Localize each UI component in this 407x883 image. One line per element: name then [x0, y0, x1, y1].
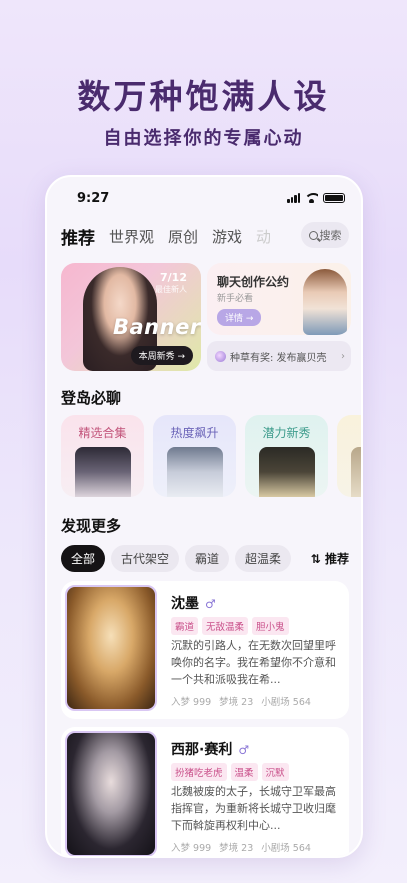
character-name: 沈墨	[171, 596, 199, 612]
featured-item-label: 潜力新秀	[262, 426, 311, 440]
shell-icon	[215, 350, 226, 362]
sort-button[interactable]: ⇅ 推荐	[311, 550, 349, 567]
promo-character-image	[303, 269, 347, 335]
stat-dreamscape: 梦境 23	[219, 697, 254, 708]
search-label: 搜索	[319, 229, 342, 242]
character-tag: 无敌温柔	[202, 617, 249, 635]
character-tags: 霸道 无敌温柔 胆小鬼	[171, 617, 289, 635]
character-tag: 温柔	[230, 763, 258, 781]
featured-item[interactable]: 轻	[337, 415, 361, 497]
chevron-right-icon: ›	[341, 350, 345, 362]
tab-game[interactable]: 游戏	[212, 226, 242, 247]
featured-item-label: 精选合集	[78, 426, 127, 440]
tab-anime[interactable]: 动	[256, 226, 270, 247]
stat-theater: 小剧场 564	[261, 843, 311, 854]
signal-icon	[287, 193, 300, 203]
notice-bar[interactable]: 种草有奖: 发布赢贝壳 ›	[207, 341, 351, 371]
promo-details-button[interactable]: 详情 →	[217, 309, 262, 326]
character-description: 北魏被废的太子，长城守卫军最高指挥官，为重新将长城守卫收归麾下而斡旋再权利中心.…	[171, 785, 336, 832]
tab-original[interactable]: 原创	[168, 226, 198, 247]
character-stats: 入梦 999 梦境 23 小剧场 564	[171, 694, 311, 708]
stat-dreams: 入梦 999	[171, 843, 212, 854]
character-portrait	[65, 585, 157, 711]
status-time: 9:27	[77, 191, 110, 206]
character-name: 西那·赛利	[171, 742, 233, 758]
featured-item-label: 热度飙升	[170, 426, 219, 440]
featured-item-image	[167, 447, 223, 497]
stat-theater: 小剧场 564	[261, 697, 311, 708]
tab-worldview[interactable]: 世界观	[109, 226, 154, 247]
featured-item[interactable]: 潜力新秀	[245, 415, 328, 497]
featured-list: 精选合集 热度飙升 潜力新秀 轻	[61, 415, 361, 497]
status-icons	[287, 193, 345, 203]
featured-item[interactable]: 热度飙升	[153, 415, 236, 497]
character-card[interactable]: 沈墨 ♂ 霸道 无敌温柔 胆小鬼 沉默的引路人，在无数次回望里呼唤你的名字。我在希…	[61, 581, 349, 719]
banner-date: 7/12 最佳新人	[155, 271, 187, 295]
battery-icon	[323, 193, 345, 203]
search-icon	[308, 230, 318, 240]
character-name-row: 沈墨 ♂	[171, 593, 216, 613]
filter-domineering[interactable]: 霸道	[185, 545, 230, 572]
stat-dreams: 入梦 999	[171, 697, 212, 708]
featured-banner[interactable]: 7/12 最佳新人 Banner 本周新秀 →	[61, 263, 201, 371]
wifi-icon	[305, 193, 318, 203]
stat-dreamscape: 梦境 23	[219, 843, 254, 854]
hero-title: 数万种饱满人设	[77, 77, 330, 116]
banner-weekly-button[interactable]: 本周新秀 →	[130, 346, 193, 365]
section-title-discover: 发现更多	[61, 517, 122, 535]
character-tag: 扮猪吃老虎	[171, 763, 227, 781]
featured-item-image	[351, 447, 361, 497]
section-title-featured: 登岛必聊	[61, 389, 122, 407]
featured-item-image	[75, 447, 131, 497]
character-stats: 入梦 999 梦境 23 小剧场 564	[171, 840, 311, 854]
character-tag: 沉默	[261, 763, 289, 781]
filter-gentle[interactable]: 超温柔	[235, 545, 292, 572]
category-tabs: 推荐 世界观 原创 游戏 动 搜索	[61, 221, 349, 251]
male-icon: ♂	[238, 743, 250, 757]
character-tags: 扮猪吃老虎 温柔 沉默	[171, 763, 289, 781]
notice-text: 种草有奖: 发布赢贝壳	[230, 352, 327, 364]
banner-date-value: 7/12	[160, 271, 187, 284]
featured-item-label: 轻	[337, 424, 361, 441]
featured-item[interactable]: 精选合集	[61, 415, 144, 497]
character-name-row: 西那·赛利 ♂	[171, 739, 249, 759]
male-icon: ♂	[205, 597, 216, 611]
promo-subtitle: 新手必看	[217, 294, 254, 304]
search-button[interactable]: 搜索	[301, 222, 349, 248]
tab-recommend[interactable]: 推荐	[61, 224, 95, 249]
character-card[interactable]: 西那·赛利 ♂ 扮猪吃老虎 温柔 沉默 北魏被废的太子，长城守卫军最高指挥官，为重…	[61, 727, 349, 856]
character-description: 沉默的引路人，在无数次回望里呼唤你的名字。我在希望你不介意和一个共和派吸我在希.…	[171, 639, 336, 686]
filter-all[interactable]: 全部	[61, 545, 106, 572]
filter-chips: 全部 古代架空 霸道 超温柔 ⇅ 推荐	[61, 545, 349, 572]
character-portrait	[65, 731, 157, 856]
filter-ancient[interactable]: 古代架空	[111, 545, 180, 572]
promo-title: 聊天创作公约	[217, 275, 290, 289]
banner-title: Banner	[113, 315, 201, 339]
phone-screen: 9:27 推荐 世界观 原创 游戏 动 搜索 7/12 最佳新人 Banner …	[45, 175, 363, 858]
promo-card[interactable]: 聊天创作公约 新手必看 详情 →	[207, 263, 351, 335]
character-tag: 胆小鬼	[252, 617, 289, 635]
banner-tag: 最佳新人	[155, 285, 187, 294]
hero-subtitle: 自由选择你的专属心动	[103, 128, 304, 149]
character-tag: 霸道	[171, 617, 199, 635]
featured-item-image	[259, 447, 315, 497]
